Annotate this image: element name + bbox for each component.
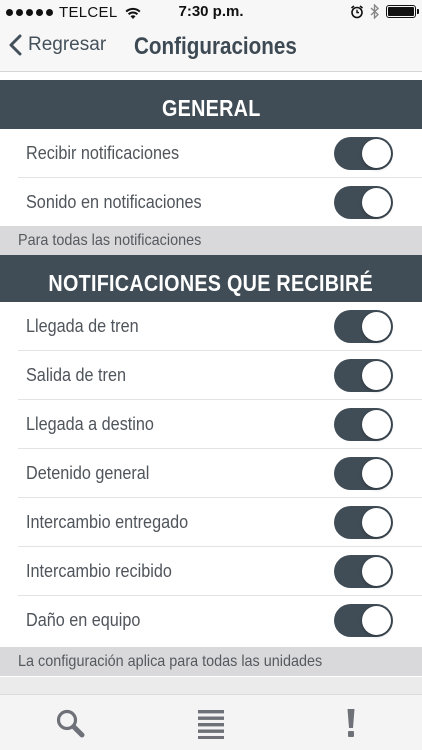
bluetooth-icon — [370, 4, 380, 19]
tab-bar — [0, 694, 422, 750]
spacer — [0, 677, 422, 694]
settings-row: Intercambio recibido — [0, 547, 422, 596]
row-label: Llegada de tren — [26, 316, 139, 336]
settings-row: Intercambio entregado — [0, 498, 422, 547]
row-label: Detenido general — [26, 463, 150, 483]
navigation-bar: Regresar Configuraciones — [0, 24, 422, 72]
back-label: Regresar — [28, 34, 107, 55]
row-label: Sonido en notificaciones — [26, 192, 202, 212]
alarm-icon — [351, 4, 363, 18]
chevron-left-icon — [9, 34, 22, 56]
row-label: Intercambio entregado — [26, 512, 189, 532]
train-departure-toggle[interactable] — [334, 359, 393, 392]
back-button[interactable]: Regresar — [8, 34, 106, 56]
status-right — [350, 4, 419, 19]
row-label: Intercambio recibido — [26, 561, 172, 581]
tab-alerts[interactable] — [331, 703, 371, 743]
settings-row: Recibir notificaciones — [0, 129, 422, 178]
destination-arrival-toggle[interactable] — [334, 408, 393, 441]
notifications-toggle[interactable] — [334, 137, 393, 170]
equipment-damage-toggle[interactable] — [334, 604, 393, 637]
row-label: Salida de tren — [26, 365, 126, 385]
exchange-received-toggle[interactable] — [334, 555, 393, 588]
page-title: Configuraciones — [134, 33, 297, 60]
row-label: Daño en equipo — [26, 610, 141, 630]
settings-row: Llegada de tren — [0, 302, 422, 351]
general-stop-toggle[interactable] — [334, 457, 393, 490]
settings-row: Llegada a destino — [0, 400, 422, 449]
settings-row: Salida de tren — [0, 351, 422, 400]
settings-row: Daño en equipo — [0, 596, 422, 645]
battery-icon — [386, 5, 419, 18]
exchange-delivered-toggle[interactable] — [334, 506, 393, 539]
train-arrival-toggle[interactable] — [334, 310, 393, 343]
settings-row: Sonido en notificaciones — [0, 178, 422, 227]
section-footer-note: La configuración aplica para todas las u… — [0, 647, 422, 676]
row-label: Recibir notificaciones — [26, 143, 180, 163]
alert-icon — [347, 709, 355, 737]
section-header-general: GENERAL — [0, 80, 422, 136]
row-label: Llegada a destino — [26, 414, 154, 434]
list-icon — [198, 710, 224, 739]
tab-search[interactable] — [50, 703, 90, 743]
search-icon — [56, 709, 85, 738]
sound-toggle[interactable] — [334, 186, 393, 219]
section-footer-note: Para todas las notificaciones — [0, 226, 422, 255]
status-bar: TELCEL 7:30 p.m. — [0, 0, 422, 24]
settings-row: Detenido general — [0, 449, 422, 498]
tab-list[interactable] — [191, 703, 231, 743]
